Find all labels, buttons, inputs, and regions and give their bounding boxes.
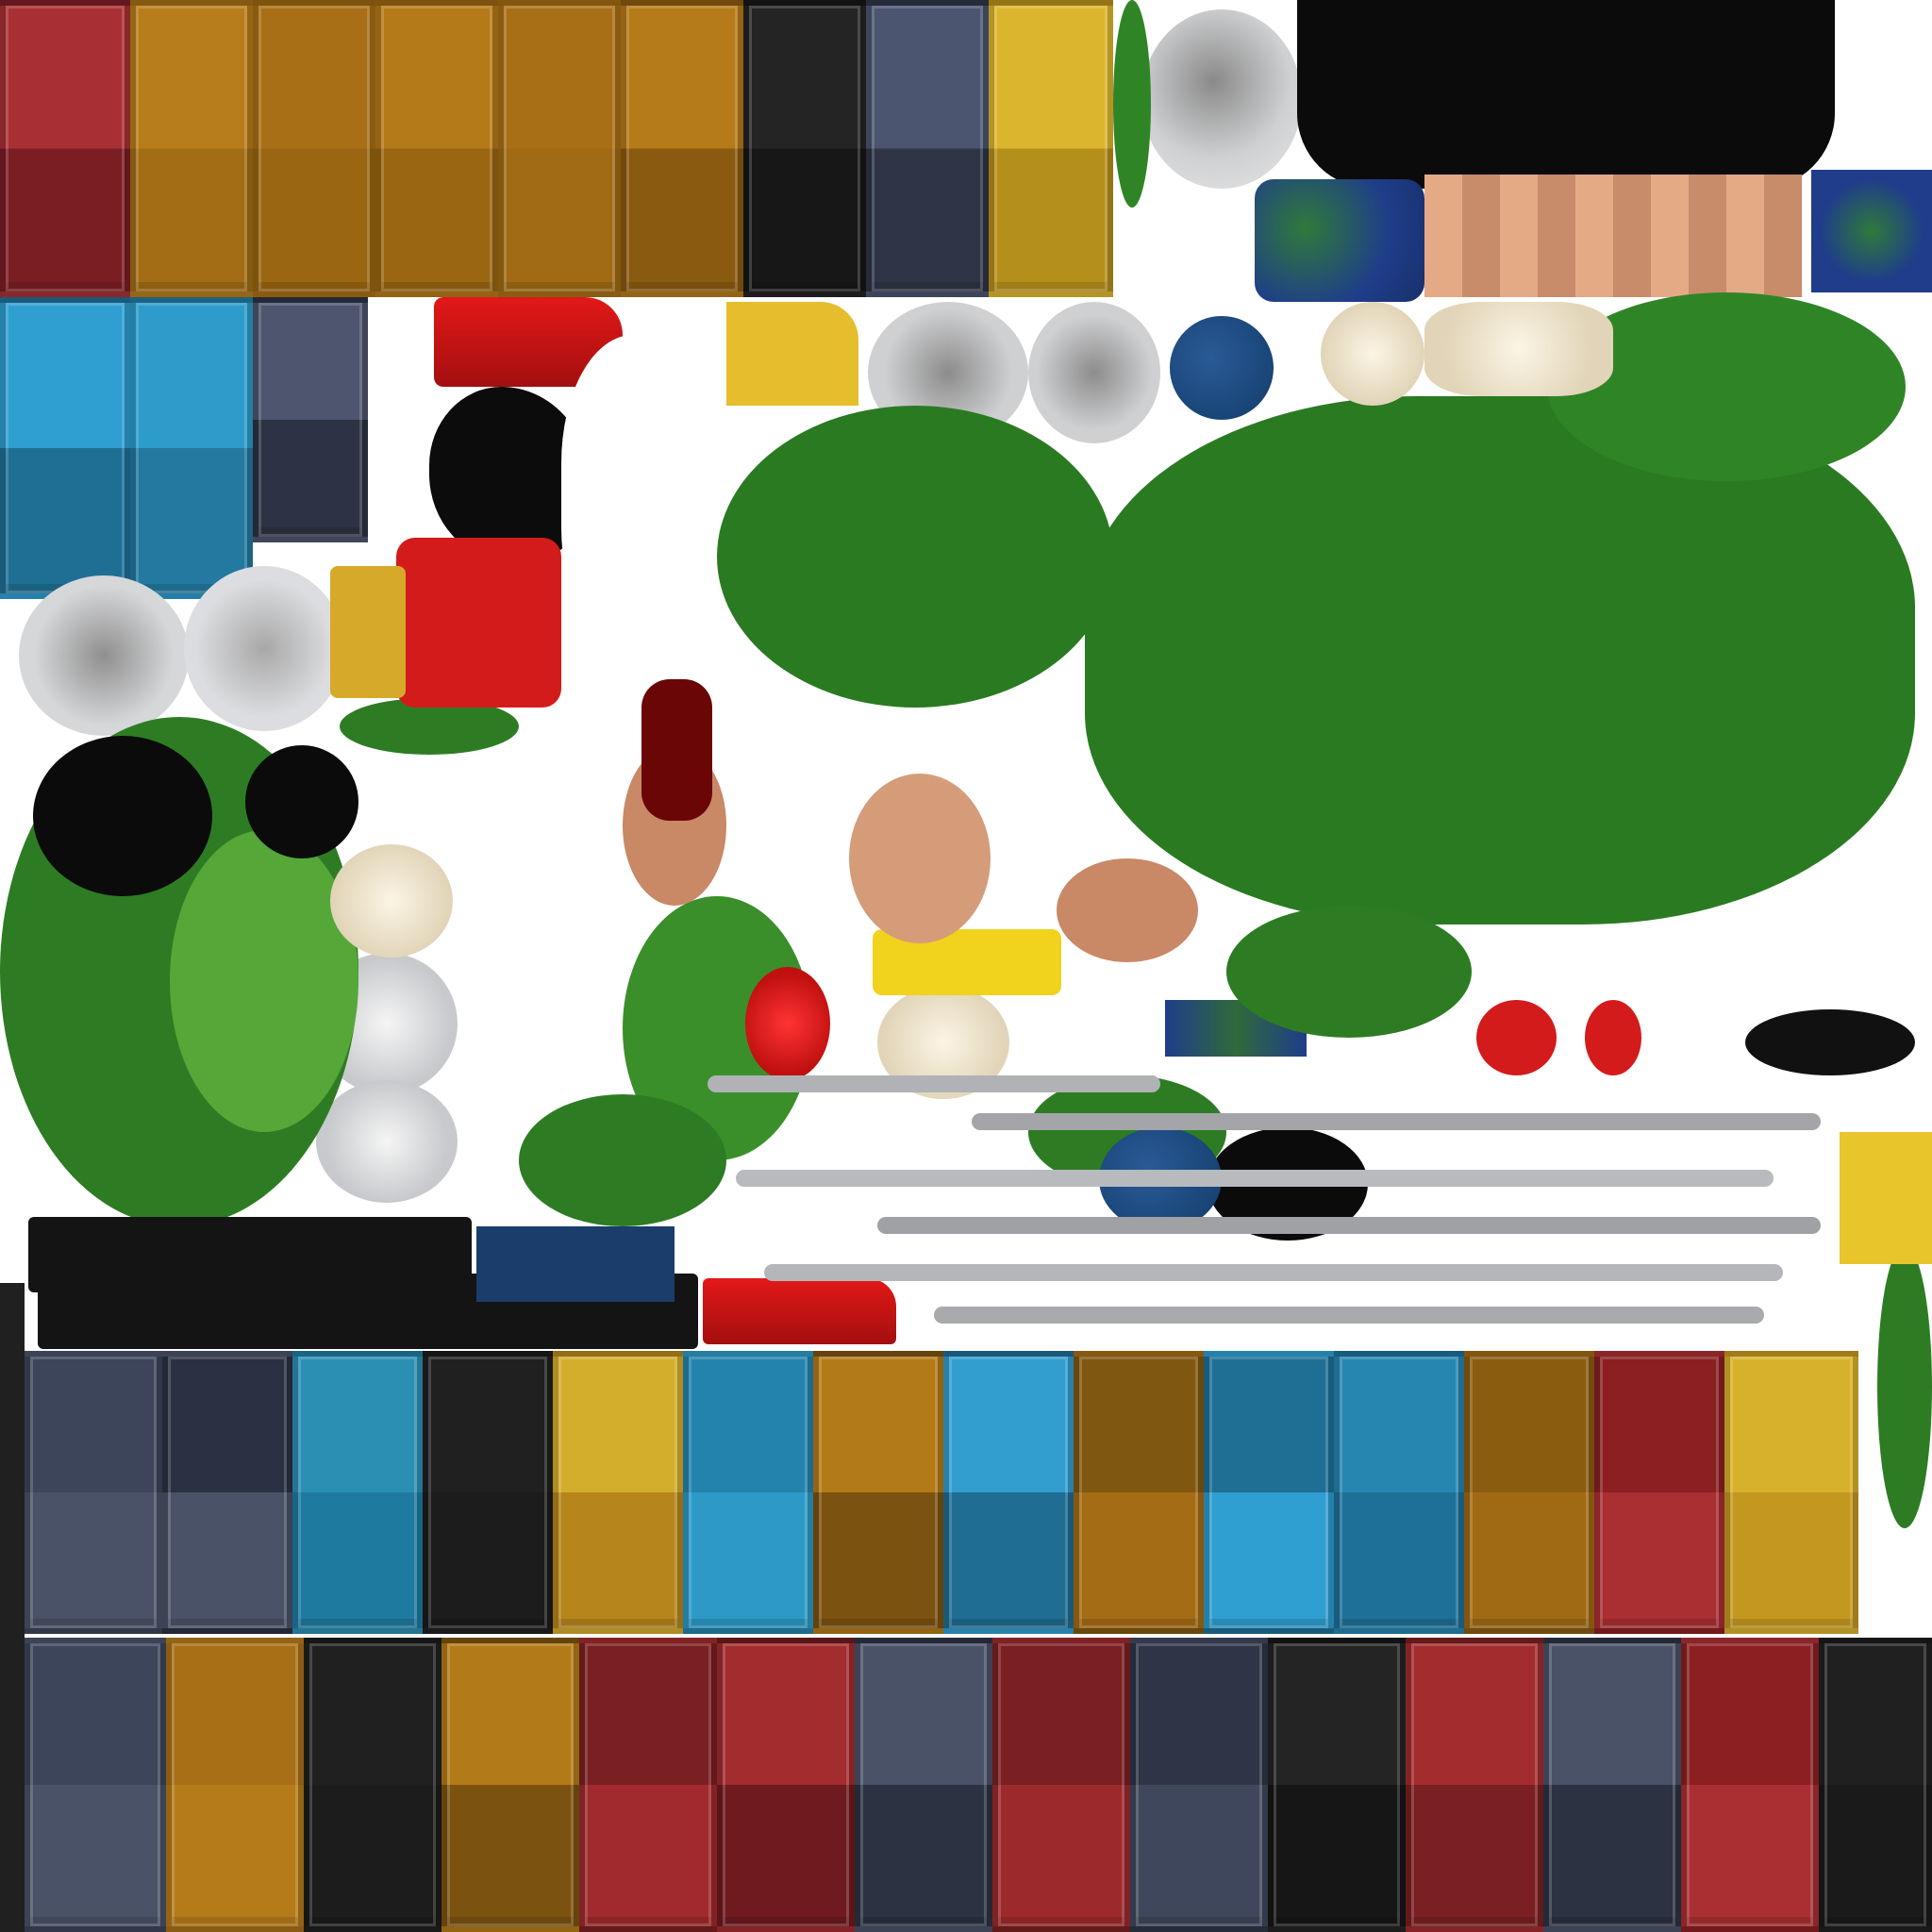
- grey-stripes: [689, 1057, 1868, 1340]
- cream-disc: [330, 844, 453, 958]
- stripe: [972, 1113, 1821, 1130]
- tile-yellow: [1724, 1351, 1858, 1634]
- tile-dark-slate: [162, 1351, 292, 1634]
- bottom-tile-row-a: [25, 1351, 1892, 1634]
- tile-red: [1594, 1351, 1724, 1634]
- tile-black: [423, 1351, 553, 1634]
- tile-slate: [1543, 1638, 1681, 1932]
- tile-slate: [25, 1351, 162, 1634]
- stripe: [877, 1217, 1821, 1234]
- tile-orange: [166, 1638, 304, 1932]
- stripe: [934, 1307, 1764, 1324]
- cream-disc: [1321, 302, 1424, 406]
- tile-cyan: [683, 1351, 813, 1634]
- black-ball: [245, 745, 358, 858]
- leaf-blob: [1113, 0, 1151, 208]
- red-part: [396, 538, 561, 708]
- tile-black: [1268, 1638, 1406, 1932]
- skin-hand: [849, 774, 991, 943]
- leaf-blob: [1226, 906, 1472, 1038]
- bottom-tile-row-b: [25, 1638, 1932, 1932]
- leaf-blob: [717, 406, 1113, 708]
- yellow-part: [726, 302, 858, 406]
- stripe: [764, 1264, 1783, 1281]
- tile-dark-orange: [1464, 1351, 1594, 1634]
- tile-dark-orange: [1074, 1351, 1204, 1634]
- tile-slate: [25, 1638, 166, 1932]
- texture-atlas: [0, 0, 1932, 1932]
- tile-slate: [855, 1638, 992, 1932]
- navy-bar: [476, 1226, 675, 1302]
- stripe: [736, 1170, 1774, 1187]
- tile-red: [1406, 1638, 1543, 1932]
- tile-dark-red: [579, 1638, 717, 1932]
- tile-black: [1819, 1638, 1932, 1932]
- dark-red-part: [641, 679, 712, 821]
- black-bar: [0, 1283, 25, 1932]
- tile-orange: [441, 1638, 579, 1932]
- stripe: [708, 1075, 1160, 1092]
- yellow-part: [330, 566, 406, 698]
- tile-black: [304, 1638, 441, 1932]
- leaf-blob: [170, 830, 358, 1132]
- tile-yellow: [553, 1351, 683, 1634]
- leaf-blob: [1085, 396, 1915, 924]
- tile-cyan: [1334, 1351, 1464, 1634]
- tile-dark-slate: [1130, 1638, 1268, 1932]
- tile-red: [1681, 1638, 1819, 1932]
- tile-red: [717, 1638, 855, 1932]
- cream-disc: [1424, 302, 1613, 396]
- tile-dark-red: [992, 1638, 1130, 1932]
- black-ball: [33, 736, 212, 896]
- navy-ball: [1170, 316, 1274, 420]
- skin-hand: [1057, 858, 1198, 962]
- tile-cyan: [943, 1351, 1074, 1634]
- tile-cyan: [1204, 1351, 1334, 1634]
- tile-cyan: [292, 1351, 423, 1634]
- tile-orange: [813, 1351, 943, 1634]
